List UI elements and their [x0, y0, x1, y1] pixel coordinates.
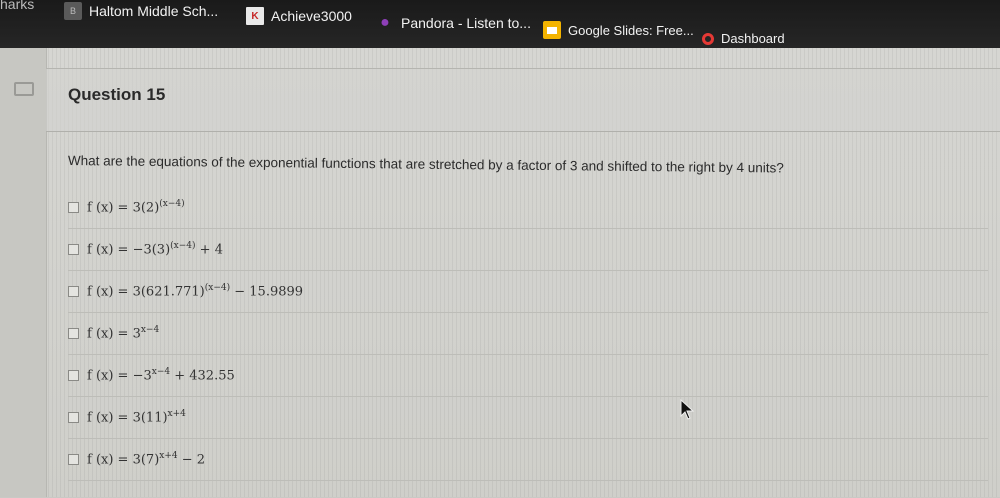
checkbox[interactable]: [68, 412, 79, 423]
equation: f (x) = 3(621.771)(x−4) − 15.9899: [87, 283, 304, 300]
flag-icon[interactable]: [14, 82, 34, 96]
school-icon: B: [64, 2, 82, 20]
checkbox[interactable]: [68, 370, 79, 381]
answer-option-3[interactable]: f (x) = 3(621.771)(x−4) − 15.9899: [68, 271, 988, 313]
question-card: Question 15 What are the equations of th…: [46, 68, 1000, 498]
bookmark-item-achieve3000[interactable]: K Achieve3000: [246, 7, 352, 25]
bookmark-item-pandora[interactable]: ● Pandora - Listen to...: [376, 14, 531, 32]
question-prompt: What are the equations of the exponentia…: [67, 153, 784, 176]
answer-options: f (x) = 3(2)(x−4) f (x) = −3(3)(x−4) + 4…: [68, 187, 988, 481]
checkbox[interactable]: [68, 454, 79, 465]
equation: f (x) = 3(2)(x−4): [87, 199, 185, 216]
bookmark-label: Google Slides: Free...: [568, 22, 694, 38]
bookmark-label: Dashboard: [721, 31, 785, 46]
google-slides-icon: [543, 21, 561, 39]
question-sidebar: [0, 48, 47, 497]
quiz-page: Question 15 What are the equations of th…: [0, 48, 1000, 497]
equation: f (x) = −3x−4 + 432.55: [87, 367, 235, 384]
answer-option-5[interactable]: f (x) = −3x−4 + 432.55: [68, 355, 988, 397]
pandora-icon: ●: [380, 14, 390, 31]
bookmark-label: Achieve3000: [271, 8, 352, 24]
dashboard-icon: [702, 32, 714, 45]
answer-option-1[interactable]: f (x) = 3(2)(x−4): [68, 187, 988, 229]
bookmark-item-dashboard[interactable]: Dashboard: [702, 31, 785, 46]
equation: f (x) = −3(3)(x−4) + 4: [87, 241, 223, 258]
achieve3000-icon: K: [246, 7, 264, 25]
question-title: Question 15: [68, 85, 166, 104]
equation: f (x) = 3x−4: [87, 325, 160, 342]
question-header: Question 15: [46, 69, 1000, 132]
answer-option-6[interactable]: f (x) = 3(11)x+4: [68, 397, 988, 439]
mouse-cursor-icon: [680, 399, 695, 420]
checkbox[interactable]: [68, 202, 79, 213]
bookmarks-bar: harks B Haltom Middle Sch... K Achieve30…: [0, 0, 1000, 48]
answer-option-2[interactable]: f (x) = −3(3)(x−4) + 4: [68, 229, 988, 271]
equation: f (x) = 3(11)x+4: [87, 409, 186, 426]
bookmark-item-google-slides[interactable]: Google Slides: Free...: [543, 21, 694, 39]
bookmark-label: Haltom Middle Sch...: [89, 3, 219, 19]
bookmark-item-marks[interactable]: harks: [0, 0, 34, 12]
bookmark-label: harks: [0, 0, 35, 12]
checkbox[interactable]: [68, 244, 79, 255]
bookmark-label: Pandora - Listen to...: [401, 15, 531, 31]
checkbox[interactable]: [68, 328, 79, 339]
answer-option-7[interactable]: f (x) = 3(7)x+4 − 2: [68, 439, 988, 481]
bookmark-item-haltom[interactable]: B Haltom Middle Sch...: [64, 2, 218, 20]
answer-option-4[interactable]: f (x) = 3x−4: [68, 313, 988, 355]
checkbox[interactable]: [68, 286, 79, 297]
equation: f (x) = 3(7)x+4 − 2: [87, 451, 206, 468]
